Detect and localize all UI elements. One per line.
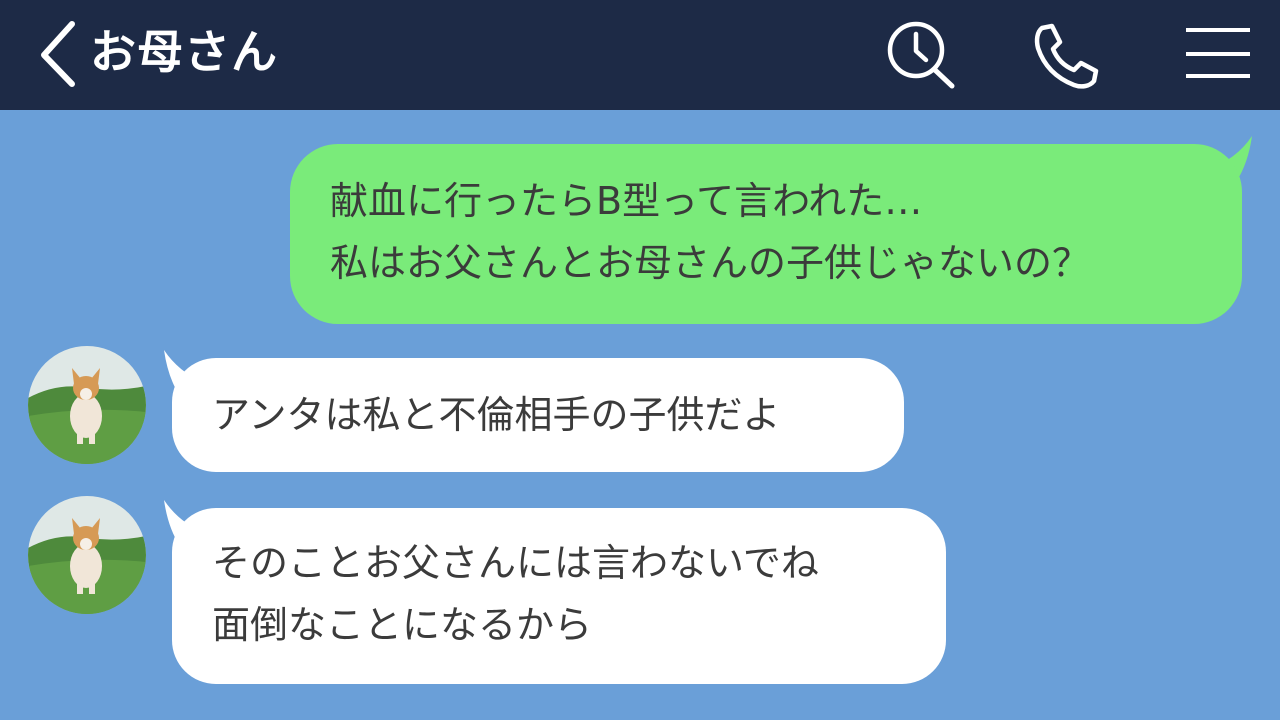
back-arrow-icon [41, 21, 75, 87]
message-line: アンタは私と不倫相手の子供だよ [212, 393, 781, 437]
call-button[interactable] [1028, 18, 1104, 94]
search-icon [887, 21, 955, 89]
menu-button[interactable] [1180, 18, 1256, 94]
sent-message-bubble[interactable]: 献血に行ったらB型って言われた… 私はお父さんとお母さんの子供じゃないの？ [290, 144, 1242, 324]
avatar[interactable] [28, 346, 146, 464]
message-line: 面倒なことになるから [212, 603, 593, 647]
chat-title: お母さん [90, 25, 278, 79]
corgi-avatar [28, 496, 146, 614]
chat-header: お母さん [0, 0, 1280, 110]
avatar[interactable] [28, 496, 146, 614]
message-line: 私はお父さんとお母さんの子供じゃないの？ [330, 241, 1091, 285]
search-button[interactable] [880, 18, 956, 94]
menu-icon [1186, 28, 1250, 78]
back-button[interactable] [30, 18, 86, 88]
received-message-bubble[interactable]: そのことお父さんには言わないでね 面倒なことになるから [172, 508, 946, 684]
corgi-avatar [28, 346, 146, 464]
phone-icon [1034, 23, 1099, 89]
message-line: そのことお父さんには言わないでね [212, 541, 819, 585]
received-message-bubble[interactable]: アンタは私と不倫相手の子供だよ [172, 358, 904, 472]
message-line: 献血に行ったらB型って言われた… [330, 179, 923, 223]
